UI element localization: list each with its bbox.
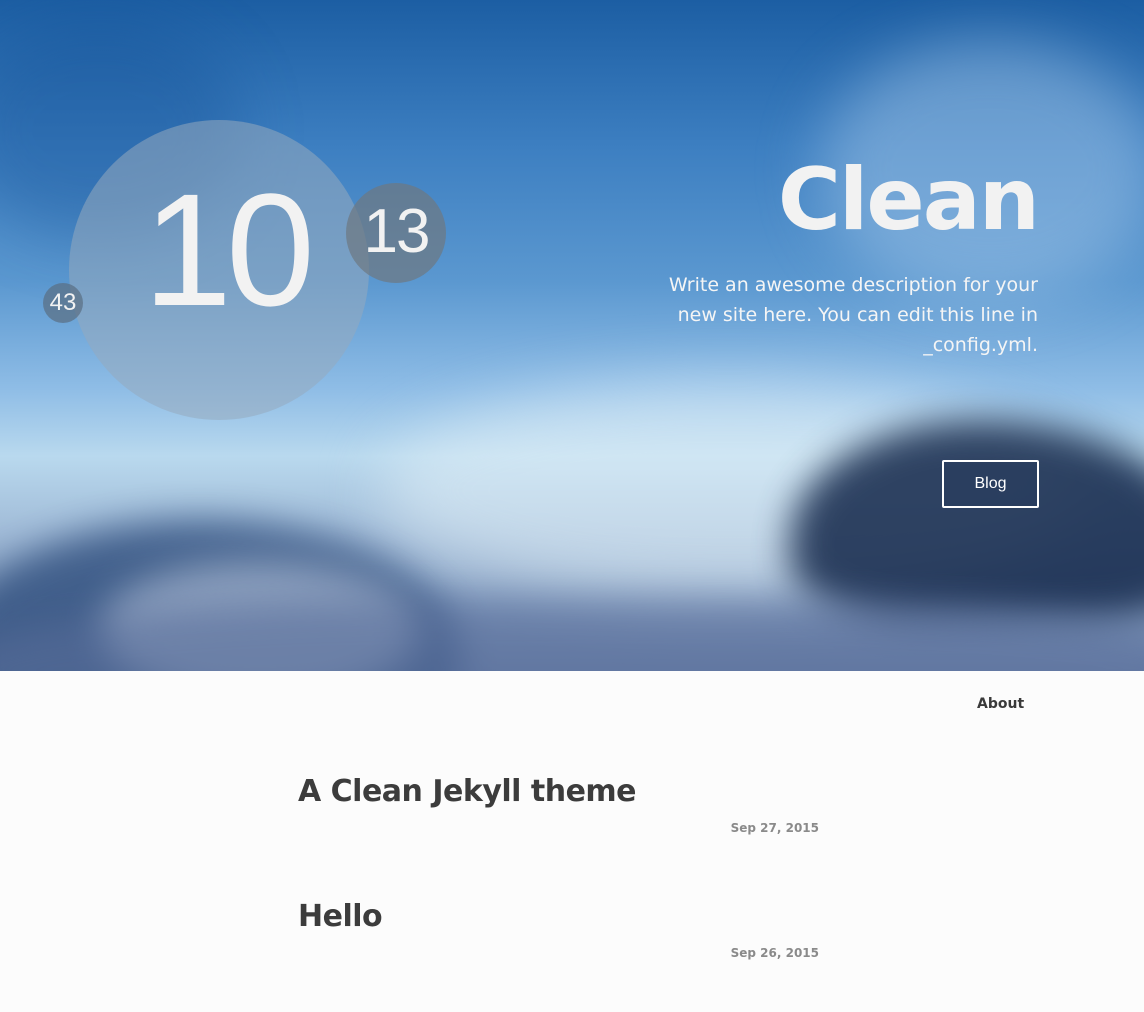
- post-title-link[interactable]: A Clean Jekyll theme: [298, 774, 637, 809]
- post-date: Sep 27, 2015: [730, 821, 819, 835]
- nav-link-about[interactable]: About: [977, 696, 1024, 712]
- clock-minutes-value: 13: [363, 196, 431, 266]
- site-description: Write an awesome description for your ne…: [668, 274, 1038, 356]
- post-title-link[interactable]: Hello: [298, 899, 383, 934]
- list-item: A Clean Jekyll theme Sep 27, 2015: [298, 774, 819, 835]
- site-title: Clean: [777, 150, 1040, 250]
- list-item: Hello Sep 26, 2015: [298, 899, 819, 960]
- clock-hours-circle: 10: [69, 120, 369, 420]
- clock-seconds-circle: 43: [43, 283, 83, 323]
- post-date: Sep 26, 2015: [730, 946, 819, 960]
- clock-seconds-value: 43: [49, 289, 77, 316]
- clock-minutes-circle: 13: [346, 183, 446, 283]
- clock-hours-value: 10: [143, 160, 315, 339]
- blog-button-label: Blog: [974, 475, 1007, 492]
- ground-image: [0, 600, 1144, 671]
- hero-header: 10 13 43 Clean Write an awesome descript…: [0, 0, 1144, 671]
- blog-button[interactable]: Blog: [942, 460, 1039, 508]
